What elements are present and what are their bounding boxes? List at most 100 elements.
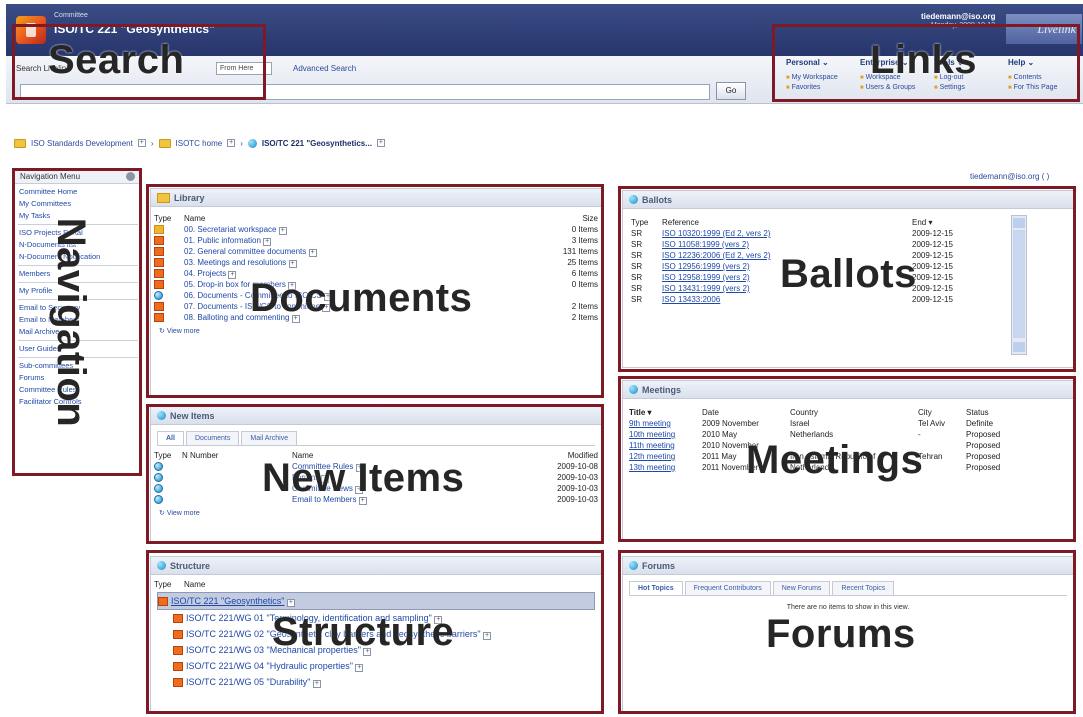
col-date[interactable]: Date bbox=[699, 407, 787, 418]
gear-icon[interactable] bbox=[126, 172, 135, 181]
row-name[interactable]: 07. Documents - ISO/CS to committee bbox=[184, 302, 320, 311]
row-reference[interactable]: ISO 11058:1999 (vers 2) bbox=[662, 240, 749, 249]
table-row[interactable]: 08. Balloting and commenting +2 Items bbox=[151, 312, 601, 323]
tree-node[interactable]: ISO/TC 221/WG 02 "Geosynthetic clay barr… bbox=[157, 626, 595, 642]
links-tools-heading[interactable]: Tools ⌄ bbox=[934, 58, 1006, 67]
expand-icon[interactable]: + bbox=[376, 139, 385, 147]
row-title[interactable]: 9th meeting bbox=[629, 419, 671, 428]
row-name[interactable]: 08. Balloting and commenting bbox=[184, 313, 289, 322]
table-row[interactable]: SR ISO 10320:1999 (Ed 2, vers 2) 2009-12-1… bbox=[623, 228, 1003, 239]
table-row[interactable]: 04. Projects +6 Items bbox=[151, 268, 601, 279]
table-row[interactable]: 11th meeting 2010 November Proposed bbox=[623, 440, 1073, 451]
nav-mail-archive[interactable]: Mail Archive bbox=[14, 326, 142, 338]
tab-hot-topics[interactable]: Hot Topics bbox=[629, 581, 683, 595]
tab-mail-archive[interactable]: Mail Archive bbox=[241, 431, 298, 445]
nav-iso-projects-portal[interactable]: ISO Projects Portal bbox=[14, 227, 142, 239]
col-type[interactable]: Type bbox=[151, 579, 181, 590]
committee-title[interactable]: ISO/TC 221 "Geosynthetics" bbox=[54, 22, 215, 36]
col-country[interactable]: Country bbox=[787, 407, 915, 418]
expand-icon[interactable]: + bbox=[228, 271, 237, 279]
tab-frequent-contributors[interactable]: Frequent Contributors bbox=[684, 581, 771, 595]
table-row[interactable]: SR ISO 11058:1999 (vers 2) 2009-12-15 bbox=[623, 239, 1003, 250]
col-city[interactable]: City bbox=[915, 407, 963, 418]
expand-icon[interactable]: + bbox=[355, 464, 364, 472]
row-reference[interactable]: ISO 13433:2006 bbox=[662, 295, 720, 304]
logout-link[interactable]: Log-out bbox=[934, 73, 1006, 83]
search-input[interactable] bbox=[20, 84, 710, 100]
settings-link[interactable]: Settings bbox=[934, 83, 1006, 93]
tree-node-label[interactable]: ISO/TC 221/WG 05 "Durability" bbox=[186, 677, 310, 687]
table-row[interactable]: SR ISO 13431:1999 (vers 2) 2009-12-15 bbox=[623, 283, 1003, 294]
expand-icon[interactable]: + bbox=[312, 680, 321, 688]
nav-email-secretary[interactable]: Email to Secretary bbox=[14, 302, 142, 314]
row-title[interactable]: 10th meeting bbox=[629, 430, 675, 439]
row-reference[interactable]: ISO 12236:2006 (Ed 2, vers 2) bbox=[662, 251, 771, 260]
scroll-up-icon[interactable] bbox=[1013, 218, 1025, 228]
row-reference[interactable]: ISO 12956:1999 (vers 2) bbox=[662, 262, 750, 271]
library-view-more[interactable]: ↻ View more bbox=[159, 327, 601, 335]
row-name[interactable]: 06. Documents - Committee to ISO/CS bbox=[184, 291, 322, 300]
links-enterprise-heading[interactable]: Enterprise ⌄ bbox=[860, 58, 932, 67]
row-title[interactable]: 12th meeting bbox=[629, 452, 675, 461]
row-name[interactable]: 02. General committee documents bbox=[184, 247, 306, 256]
row-name[interactable]: Committee Rules bbox=[292, 462, 353, 471]
expand-icon[interactable]: + bbox=[434, 616, 443, 624]
new-items-view-more[interactable]: ↻ View more bbox=[159, 509, 601, 517]
table-row[interactable]: 00. Secretariat workspace +0 Items bbox=[151, 224, 601, 235]
col-end[interactable]: End ▾ bbox=[909, 217, 1003, 228]
breadcrumb-item[interactable]: ISO Standards Development bbox=[31, 139, 133, 148]
col-type[interactable]: Type bbox=[151, 213, 181, 224]
table-row[interactable]: 13th meeting 2011 November Netherlands - Pro… bbox=[623, 462, 1073, 473]
row-name[interactable]: 01. Public information bbox=[184, 236, 261, 245]
nav-n-documents-list[interactable]: N-Documents list bbox=[14, 239, 142, 251]
links-help-heading[interactable]: Help ⌄ bbox=[1008, 58, 1080, 67]
scroll-down-icon[interactable] bbox=[1013, 342, 1025, 352]
table-row[interactable]: 03. Meetings and resolutions +25 Items bbox=[151, 257, 601, 268]
table-row[interactable]: 12th meeting 2011 May Iran, Islamic Republ… bbox=[623, 451, 1073, 462]
nav-sub-committees[interactable]: Sub-committees bbox=[14, 360, 142, 372]
expand-icon[interactable]: + bbox=[278, 227, 287, 235]
expand-icon[interactable]: + bbox=[263, 238, 272, 246]
col-status[interactable]: Status bbox=[963, 407, 1073, 418]
row-reference[interactable]: ISO 13431:1999 (vers 2) bbox=[662, 284, 750, 293]
table-row[interactable]: 05. Drop-in box for members +0 Items bbox=[151, 279, 601, 290]
tree-node-label[interactable]: ISO/TC 221/WG 02 "Geosynthetic clay barr… bbox=[186, 629, 481, 639]
tree-node-label[interactable]: ISO/TC 221/WG 01 "Terminology, identific… bbox=[186, 613, 432, 623]
row-name[interactable]: 05. Drop-in box for members bbox=[184, 280, 286, 289]
col-type[interactable]: Type bbox=[623, 217, 659, 228]
row-name[interactable]: Forums bbox=[292, 473, 319, 482]
tree-node[interactable]: ISO/TC 221/WG 01 "Terminology, identific… bbox=[157, 610, 595, 626]
nav-committee-rules[interactable]: Committee Rules bbox=[14, 384, 142, 396]
col-name[interactable]: Name bbox=[181, 213, 512, 224]
nav-members[interactable]: Members bbox=[14, 268, 142, 280]
nav-my-profile[interactable]: My Profile bbox=[14, 285, 142, 297]
col-type[interactable]: Type bbox=[151, 450, 179, 461]
tree-node-label[interactable]: ISO/TC 221/WG 03 "Mechanical properties" bbox=[186, 645, 361, 655]
go-button[interactable]: Go bbox=[716, 82, 746, 100]
table-row[interactable]: 9th meeting 2009 November Israel Tel Aviv De… bbox=[623, 418, 1073, 429]
col-modified[interactable]: Modified bbox=[486, 450, 601, 461]
expand-icon[interactable]: + bbox=[483, 632, 492, 640]
nav-my-tasks[interactable]: My Tasks bbox=[14, 210, 142, 222]
advanced-search-link[interactable]: Advanced Search bbox=[293, 64, 356, 73]
nav-n-document-notification[interactable]: N-Document Notification bbox=[14, 251, 142, 263]
expand-icon[interactable]: + bbox=[322, 304, 331, 312]
contents-link[interactable]: Contents bbox=[1008, 73, 1080, 83]
row-title[interactable]: 13th meeting bbox=[629, 463, 675, 472]
row-name[interactable]: 03. Meetings and resolutions bbox=[184, 258, 286, 267]
row-reference[interactable]: ISO 10320:1999 (Ed 2, vers 2) bbox=[662, 229, 771, 238]
table-row[interactable]: 06. Documents - Committee to ISO/CS + bbox=[151, 290, 601, 301]
expand-icon[interactable]: + bbox=[324, 293, 333, 301]
tree-node-label[interactable]: ISO/TC 221 "Geosynthetics" bbox=[171, 596, 284, 606]
ballots-scrollbar[interactable] bbox=[1011, 215, 1027, 355]
my-workspace-link[interactable]: My Workspace bbox=[786, 73, 858, 83]
nav-user-guides[interactable]: User Guides bbox=[14, 343, 142, 355]
nav-email-members[interactable]: Email to Members bbox=[14, 314, 142, 326]
col-size[interactable]: Size bbox=[512, 213, 601, 224]
table-row[interactable]: 07. Documents - ISO/CS to committee +2 I… bbox=[151, 301, 601, 312]
row-name[interactable]: 00. Secretariat workspace bbox=[184, 225, 277, 234]
expand-icon[interactable]: + bbox=[321, 475, 330, 483]
view-more-label[interactable]: View more bbox=[167, 328, 200, 335]
expand-icon[interactable]: + bbox=[288, 260, 297, 268]
user-tag[interactable]: tiedemann@iso.org ( ) bbox=[970, 172, 1049, 181]
